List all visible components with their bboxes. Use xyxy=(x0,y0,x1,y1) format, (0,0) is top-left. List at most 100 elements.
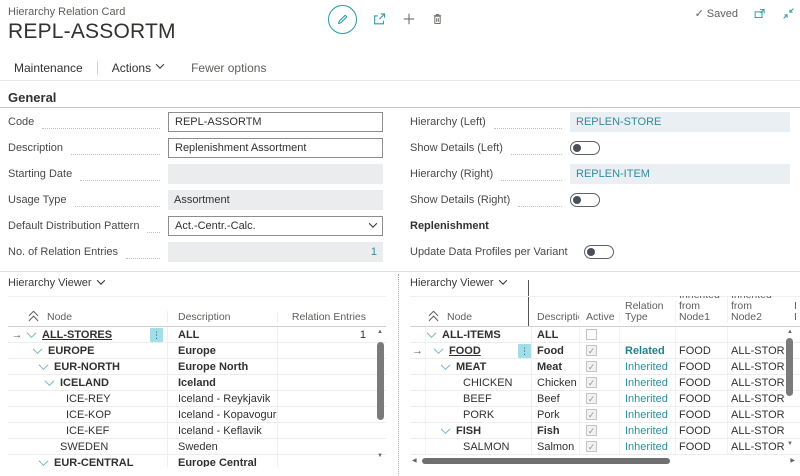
chevron-down-icon[interactable] xyxy=(45,376,55,386)
relation-entries-column-header[interactable]: Relation Entries xyxy=(278,312,366,323)
node-label[interactable]: EUR-NORTH xyxy=(54,361,120,373)
node-cell[interactable]: ICE-REY xyxy=(26,391,168,406)
table-row[interactable]: ICE-REYIceland - Reykjavik xyxy=(8,391,386,407)
table-row[interactable]: ALL-ITEMSALL xyxy=(410,327,800,343)
relation-type-link[interactable]: Inherited xyxy=(625,441,668,453)
node-label[interactable]: CHICKEN xyxy=(463,377,513,389)
relation-type-link[interactable]: Inherited xyxy=(625,425,668,437)
active-checkbox[interactable] xyxy=(586,345,597,356)
menu-fewer-options[interactable]: Fewer options xyxy=(177,61,280,75)
code-input[interactable] xyxy=(168,112,383,132)
collapse-all-icon[interactable] xyxy=(28,311,40,323)
node-cell[interactable]: FISH xyxy=(426,423,518,438)
relation-type-link[interactable]: Inherited xyxy=(625,393,668,405)
left-hierarchy-viewer-title[interactable]: Hierarchy Viewer xyxy=(8,277,104,289)
table-row[interactable]: SALMONSalmonInheritedFOODALL-STORES xyxy=(410,439,800,455)
default-distribution-pattern-select[interactable]: Act.-Centr.-Calc. xyxy=(168,216,383,236)
node-cell[interactable]: FOOD xyxy=(426,343,518,358)
relation-type-column-header[interactable]: Relation Type xyxy=(620,301,676,323)
menu-maintenance[interactable]: Maintenance xyxy=(0,61,97,75)
table-row[interactable]: CHICKENChickenInheritedFOODALL-STORES xyxy=(410,375,800,391)
node-label[interactable]: EUR-CENTRAL xyxy=(54,457,133,468)
scroll-right-icon[interactable]: ▶ xyxy=(790,457,795,465)
table-row[interactable]: →ALL-STORES⋮ALL1 xyxy=(8,327,386,343)
node-label[interactable]: MEAT xyxy=(456,361,486,373)
chevron-down-icon[interactable] xyxy=(39,360,49,370)
scroll-down-icon[interactable]: ▼ xyxy=(375,452,385,460)
node-cell[interactable]: EUROPE xyxy=(26,343,168,358)
table-row[interactable]: EUROPEEurope xyxy=(8,343,386,359)
chevron-down-icon[interactable] xyxy=(427,328,437,338)
table-row[interactable]: ICE-KOPIceland - Kopavogur xyxy=(8,407,386,423)
node-label[interactable]: EUROPE xyxy=(48,345,94,357)
inherited-from-node2-column-header[interactable]: Inherited from Node2 xyxy=(728,296,784,323)
show-details-right-toggle[interactable] xyxy=(570,193,600,207)
open-in-window-button[interactable] xyxy=(753,7,767,20)
relation-type-link[interactable]: Inherited xyxy=(625,361,668,373)
node-cell[interactable]: ALL-STORES ⋮ xyxy=(26,327,168,342)
node-label[interactable]: ALL-STORES xyxy=(42,329,112,341)
active-checkbox[interactable] xyxy=(586,393,597,404)
hierarchy-left-link[interactable]: REPLEN-STORE xyxy=(570,112,790,132)
node-cell[interactable]: MEAT xyxy=(426,359,518,374)
description-input[interactable] xyxy=(168,138,383,158)
vertical-scrollbar-thumb[interactable] xyxy=(377,342,384,420)
inherited-from-node1-column-header[interactable]: Inherited from Node1 xyxy=(676,296,728,323)
scroll-up-icon[interactable]: ▲ xyxy=(375,328,385,336)
edit-button[interactable] xyxy=(328,5,357,34)
active-checkbox[interactable] xyxy=(586,377,597,388)
hierarchy-right-link[interactable]: REPLEN-ITEM xyxy=(570,164,790,184)
node-label[interactable]: ICE-REY xyxy=(66,393,111,405)
node-label[interactable]: SALMON xyxy=(463,441,509,453)
share-button[interactable] xyxy=(372,12,387,26)
horizontal-scrollbar[interactable]: ◀ ▶ xyxy=(412,457,795,466)
table-row[interactable]: ICE-KEFIceland - Keflavik xyxy=(8,423,386,439)
node-label[interactable]: SWEDEN xyxy=(60,441,108,453)
active-checkbox[interactable] xyxy=(586,441,597,452)
node-label[interactable]: FISH xyxy=(456,425,481,437)
node-column-header[interactable]: Node xyxy=(447,312,472,323)
node-label[interactable]: ICE-KOP xyxy=(66,409,111,421)
collapse-all-icon[interactable] xyxy=(428,311,440,323)
chevron-down-icon[interactable] xyxy=(27,328,37,338)
node-label[interactable]: PORK xyxy=(463,409,494,421)
show-details-left-toggle[interactable] xyxy=(570,141,600,155)
node-cell[interactable]: ALL-ITEMS xyxy=(426,327,518,342)
scroll-left-icon[interactable]: ◀ xyxy=(412,457,417,465)
node-cell[interactable]: ICELAND xyxy=(26,375,168,390)
node-label[interactable]: BEEF xyxy=(463,393,492,405)
chevron-down-icon[interactable] xyxy=(441,424,451,434)
row-menu-button[interactable]: ⋮ xyxy=(518,344,531,358)
node-cell[interactable]: BEEF xyxy=(426,391,518,406)
table-row[interactable]: PORKPorkInheritedFOODALL-STORES xyxy=(410,407,800,423)
table-row[interactable]: →FOOD⋮FoodRelatedFOODALL-STORES xyxy=(410,343,800,359)
chevron-down-icon[interactable] xyxy=(39,456,49,466)
node-label[interactable]: ALL-ITEMS xyxy=(442,329,501,341)
node-cell[interactable]: PORK xyxy=(426,407,518,422)
relation-type-link[interactable]: Related xyxy=(625,345,665,357)
table-row[interactable]: EUR-CENTRALEurope Central xyxy=(8,455,386,467)
node-cell[interactable]: SALMON xyxy=(426,439,518,454)
node-cell[interactable]: CHICKEN xyxy=(426,375,518,390)
menu-actions[interactable]: Actions xyxy=(98,61,177,75)
row-menu-button[interactable]: ⋮ xyxy=(150,328,163,342)
horizontal-scrollbar-thumb[interactable] xyxy=(422,458,670,464)
chevron-down-icon[interactable] xyxy=(434,344,444,354)
table-row[interactable]: SWEDENSweden xyxy=(8,439,386,455)
node-label[interactable]: ICELAND xyxy=(60,377,109,389)
active-checkbox[interactable] xyxy=(586,409,597,420)
node-cell[interactable]: EUR-NORTH xyxy=(26,359,168,374)
new-button[interactable] xyxy=(402,12,416,26)
description-column-header[interactable]: Description xyxy=(168,312,278,323)
active-checkbox[interactable] xyxy=(586,425,597,436)
relation-entries-drilldown[interactable]: 1 xyxy=(371,246,377,258)
node-cell[interactable]: ICE-KEF xyxy=(26,423,168,438)
right-hierarchy-viewer-title[interactable]: Hierarchy Viewer xyxy=(410,277,506,289)
update-data-profiles-toggle[interactable] xyxy=(584,245,614,259)
relation-type-link[interactable]: Inherited xyxy=(625,409,668,421)
table-row[interactable]: BEEFBeefInheritedFOODALL-STORES xyxy=(410,391,800,407)
node-cell[interactable]: EUR-CENTRAL xyxy=(26,455,168,467)
node-label[interactable]: ICE-KEF xyxy=(66,425,109,437)
active-checkbox[interactable] xyxy=(586,361,597,372)
scroll-up-icon[interactable]: ▲ xyxy=(785,328,795,336)
